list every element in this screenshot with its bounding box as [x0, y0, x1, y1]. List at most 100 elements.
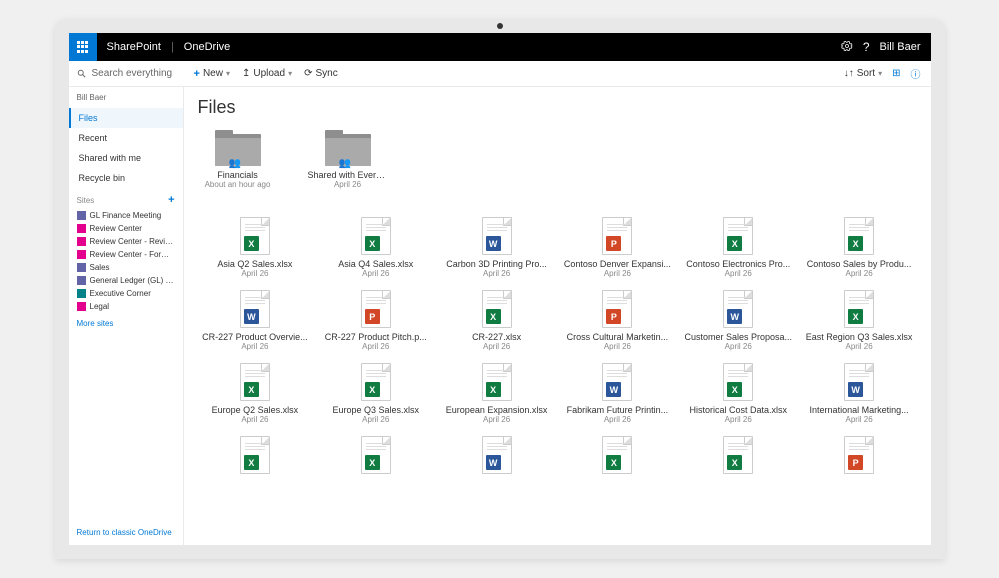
file-item[interactable]: WFabrikam Future Printin...April 26: [560, 361, 675, 426]
site-item[interactable]: GL Finance Meeting: [69, 209, 183, 222]
chevron-down-icon: ▾: [226, 69, 230, 78]
sync-button[interactable]: ⟳Sync: [304, 68, 338, 79]
file-date: April 26: [441, 415, 552, 424]
file-icon: X: [240, 217, 270, 255]
file-icon: W: [723, 290, 753, 328]
sidebar: Bill Baer FilesRecentShared with meRecyc…: [69, 87, 184, 545]
plus-icon: +: [194, 68, 200, 80]
site-color-icon: [77, 211, 86, 220]
site-item[interactable]: Review Center: [69, 222, 183, 235]
file-name: Asia Q2 Sales.xlsx: [200, 259, 311, 269]
file-date: April 26: [683, 342, 794, 351]
page-title: Files: [198, 97, 917, 118]
file-name: Fabrikam Future Printin...: [562, 405, 673, 415]
file-item[interactable]: PCR-227 Product Pitch.p...April 26: [318, 288, 433, 353]
folder-icon: 👥: [325, 130, 371, 166]
file-item[interactable]: X Asia Q2 Sales.xlsxApril 26: [198, 215, 313, 280]
file-name: Carbon 3D Printing Pro...: [441, 259, 552, 269]
shared-icon: 👥: [229, 158, 241, 169]
info-icon[interactable]: ⓘ: [911, 66, 921, 81]
folder-item[interactable]: 👥Shared with EveryoneApril 26: [308, 130, 388, 189]
file-icon: P: [844, 436, 874, 474]
file-item[interactable]: XEast Region Q3 Sales.xlsxApril 26: [802, 288, 917, 353]
new-button[interactable]: +New▾: [194, 68, 230, 80]
file-item[interactable]: X: [318, 434, 433, 480]
file-name: Historical Cost Data.xlsx: [683, 405, 794, 415]
excel-icon: X: [244, 236, 259, 251]
file-item[interactable]: XHistorical Cost Data.xlsxApril 26: [681, 361, 796, 426]
file-date: April 26: [200, 269, 311, 278]
file-date: April 26: [441, 342, 552, 351]
file-icon: X: [240, 436, 270, 474]
app-name-sharepoint[interactable]: SharePoint: [97, 41, 171, 53]
upload-button[interactable]: ↥Upload▾: [242, 68, 292, 79]
file-item[interactable]: WCarbon 3D Printing Pro...April 26: [439, 215, 554, 280]
folder-item[interactable]: 👥FinancialsAbout an hour ago: [198, 130, 278, 189]
file-item[interactable]: XEuropean Expansion.xlsxApril 26: [439, 361, 554, 426]
classic-link[interactable]: Return to classic OneDrive: [69, 520, 183, 545]
file-item[interactable]: XEurope Q3 Sales.xlsxApril 26: [318, 361, 433, 426]
site-label: Review Center - Review Ite...: [90, 237, 175, 246]
word-icon: W: [486, 236, 501, 251]
file-item[interactable]: XCR-227.xlsxApril 26: [439, 288, 554, 353]
file-name: International Marketing...: [804, 405, 915, 415]
search-box[interactable]: Search everything: [69, 68, 184, 79]
file-name: Customer Sales Proposa...: [683, 332, 794, 342]
settings-icon[interactable]: [841, 40, 853, 55]
file-item[interactable]: W: [439, 434, 554, 480]
file-icon: W: [482, 436, 512, 474]
file-item[interactable]: XContoso Sales by Produ...April 26: [802, 215, 917, 280]
site-color-icon: [77, 250, 86, 259]
sort-button[interactable]: ↓↑Sort▾: [844, 68, 882, 79]
site-item[interactable]: Review Center - Form Tem...: [69, 248, 183, 261]
file-item[interactable]: XEurope Q2 Sales.xlsxApril 26: [198, 361, 313, 426]
site-color-icon: [77, 237, 86, 246]
user-name[interactable]: Bill Baer: [880, 41, 921, 53]
file-name: Contoso Sales by Produ...: [804, 259, 915, 269]
file-icon: W: [482, 217, 512, 255]
nav-recent[interactable]: Recent: [69, 128, 183, 148]
site-color-icon: [77, 289, 86, 298]
file-icon: X: [361, 363, 391, 401]
help-icon[interactable]: ?: [863, 40, 870, 54]
app-name-onedrive[interactable]: OneDrive: [174, 41, 240, 53]
file-item[interactable]: PCross Cultural Marketin...April 26: [560, 288, 675, 353]
file-item[interactable]: PContoso Denver Expansi...April 26: [560, 215, 675, 280]
command-bar: Search everything +New▾ ↥Upload▾ ⟳Sync ↓…: [69, 61, 931, 87]
nav-shared-with-me[interactable]: Shared with me: [69, 148, 183, 168]
excel-icon: X: [486, 309, 501, 324]
file-item[interactable]: X: [560, 434, 675, 480]
file-date: April 26: [683, 269, 794, 278]
site-item[interactable]: General Ledger (GL) Curre...: [69, 274, 183, 287]
file-item[interactable]: X: [198, 434, 313, 480]
file-date: April 26: [562, 269, 673, 278]
file-icon: X: [361, 217, 391, 255]
ppt-icon: P: [848, 455, 863, 470]
add-site-icon[interactable]: +: [168, 194, 174, 206]
file-date: April 26: [200, 342, 311, 351]
nav-files[interactable]: Files: [69, 108, 183, 128]
file-date: April 26: [320, 415, 431, 424]
site-label: GL Finance Meeting: [90, 211, 162, 220]
file-item[interactable]: XContoso Electronics Pro...April 26: [681, 215, 796, 280]
nav-recycle-bin[interactable]: Recycle bin: [69, 168, 183, 188]
site-color-icon: [77, 276, 86, 285]
search-icon: [77, 69, 87, 79]
file-item[interactable]: W Customer Sales Proposa...April 26: [681, 288, 796, 353]
site-item[interactable]: Sales: [69, 261, 183, 274]
site-label: Review Center - Form Tem...: [90, 250, 175, 259]
file-item[interactable]: X: [681, 434, 796, 480]
site-item[interactable]: Executive Corner: [69, 287, 183, 300]
file-item[interactable]: P: [802, 434, 917, 480]
excel-icon: X: [244, 455, 259, 470]
file-item[interactable]: WInternational Marketing...April 26: [802, 361, 917, 426]
more-sites-link[interactable]: More sites: [69, 313, 183, 334]
file-item[interactable]: XAsia Q4 Sales.xlsxApril 26: [318, 215, 433, 280]
file-item[interactable]: WCR-227 Product Overvie...April 26: [198, 288, 313, 353]
site-item[interactable]: Review Center - Review Ite...: [69, 235, 183, 248]
app-launcher[interactable]: [69, 33, 97, 61]
view-tiles-icon[interactable]: ⊞: [892, 68, 900, 79]
site-item[interactable]: Legal: [69, 300, 183, 313]
shared-icon: 👥: [339, 158, 351, 169]
site-color-icon: [77, 224, 86, 233]
